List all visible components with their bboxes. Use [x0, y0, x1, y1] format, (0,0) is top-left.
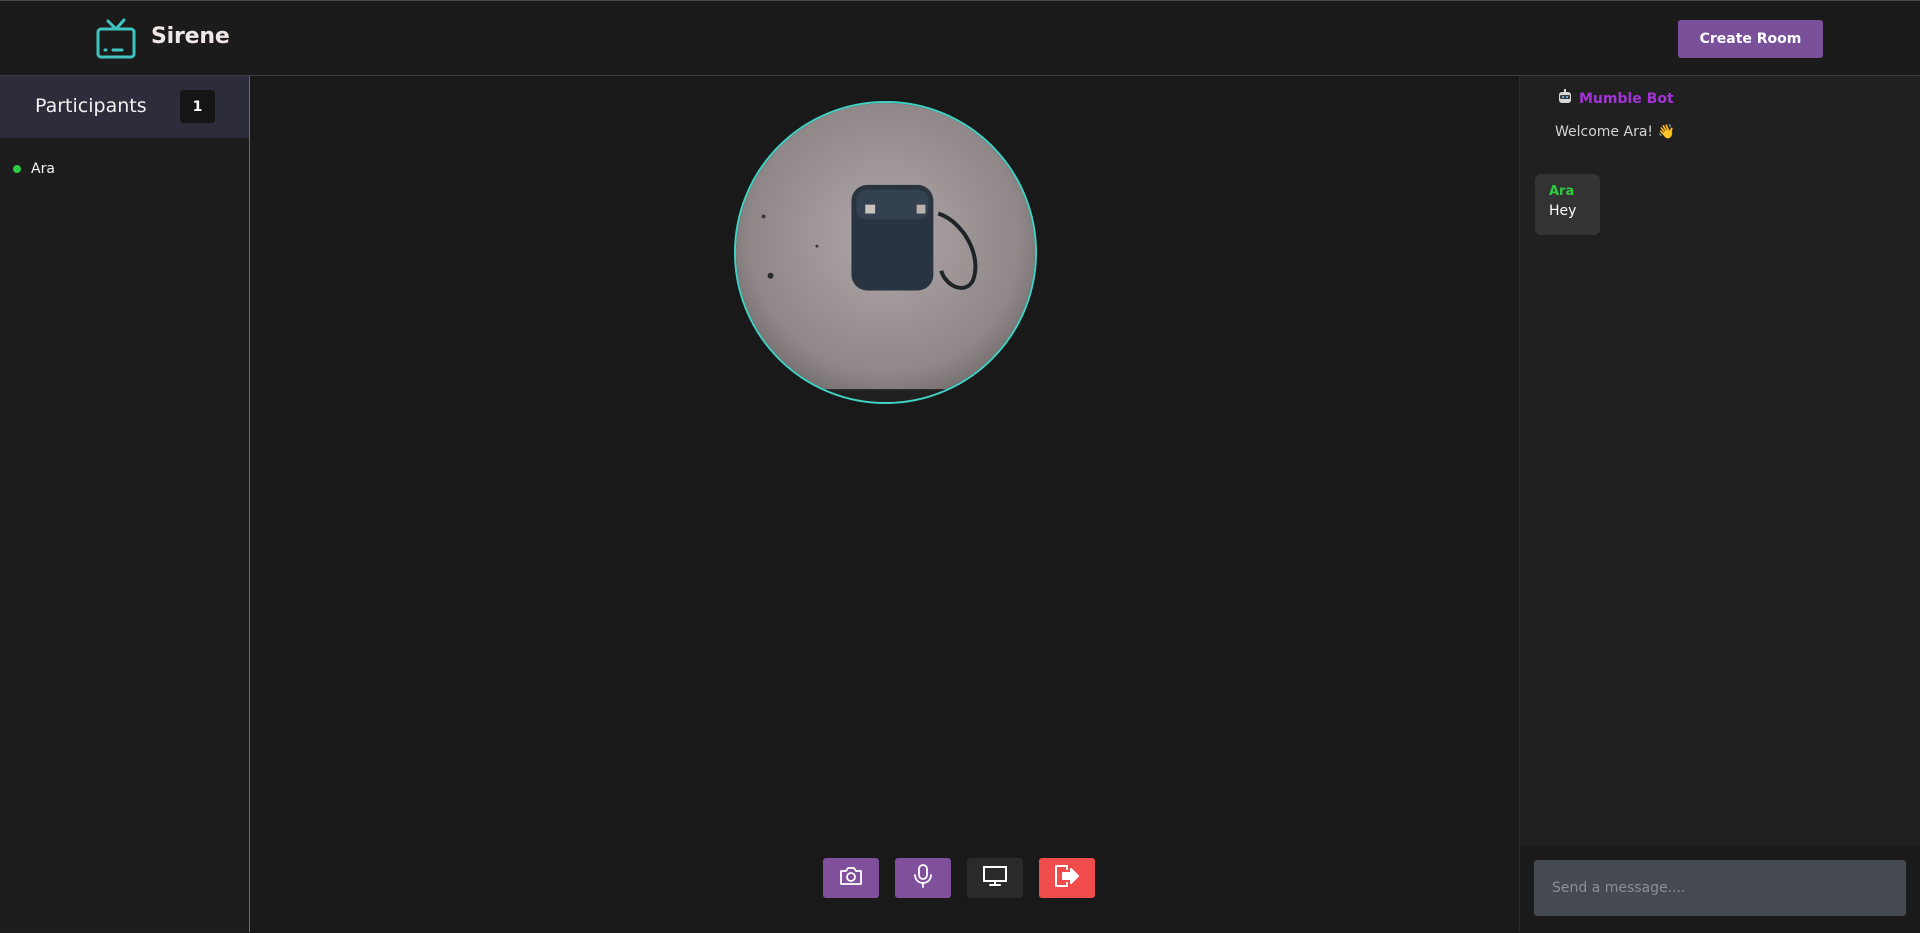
- camera-toggle-button[interactable]: [823, 858, 879, 898]
- screen-share-button[interactable]: [967, 858, 1023, 898]
- bot-message-header: Mumble Bot: [1557, 89, 1674, 109]
- bot-name: Mumble Bot: [1579, 91, 1674, 107]
- top-bar: Sirene Create Room: [0, 1, 1920, 76]
- message-text: Hey: [1549, 203, 1577, 219]
- participant-name: Ara: [31, 161, 55, 177]
- create-room-button[interactable]: Create Room: [1678, 20, 1823, 58]
- camera-icon: [839, 866, 863, 890]
- message-author: Ara: [1549, 184, 1575, 199]
- message-input[interactable]: [1534, 860, 1906, 916]
- participant-video-feed: [734, 101, 1037, 404]
- monitor-icon: [983, 865, 1007, 891]
- brand-name: Sirene: [151, 24, 230, 49]
- leave-call-button[interactable]: [1039, 858, 1095, 898]
- participants-sidebar: Participants 1 Ara: [0, 76, 250, 932]
- leave-icon: [1054, 865, 1080, 891]
- participants-header: Participants 1: [0, 76, 249, 138]
- call-controls: [823, 858, 1095, 898]
- microphone-toggle-button[interactable]: [895, 858, 951, 898]
- robot-icon: [1557, 89, 1573, 109]
- chat-message: Ara Hey: [1535, 174, 1600, 235]
- microphone-icon: [914, 864, 932, 892]
- chat-panel: Mumble Bot Welcome Ara! 👋 Ara Hey: [1519, 76, 1920, 932]
- online-status-icon: [13, 165, 21, 173]
- participants-count-badge: 1: [180, 90, 215, 123]
- tv-icon: [96, 18, 136, 60]
- participant-item[interactable]: Ara: [13, 161, 55, 177]
- bot-welcome-message: Welcome Ara! 👋: [1555, 124, 1675, 140]
- chat-input-area: [1520, 846, 1920, 932]
- app-window: Sirene Create Room Participants 1 Ara Mu…: [0, 0, 1920, 933]
- participants-title: Participants: [35, 95, 147, 117]
- video-stage: [251, 76, 1519, 932]
